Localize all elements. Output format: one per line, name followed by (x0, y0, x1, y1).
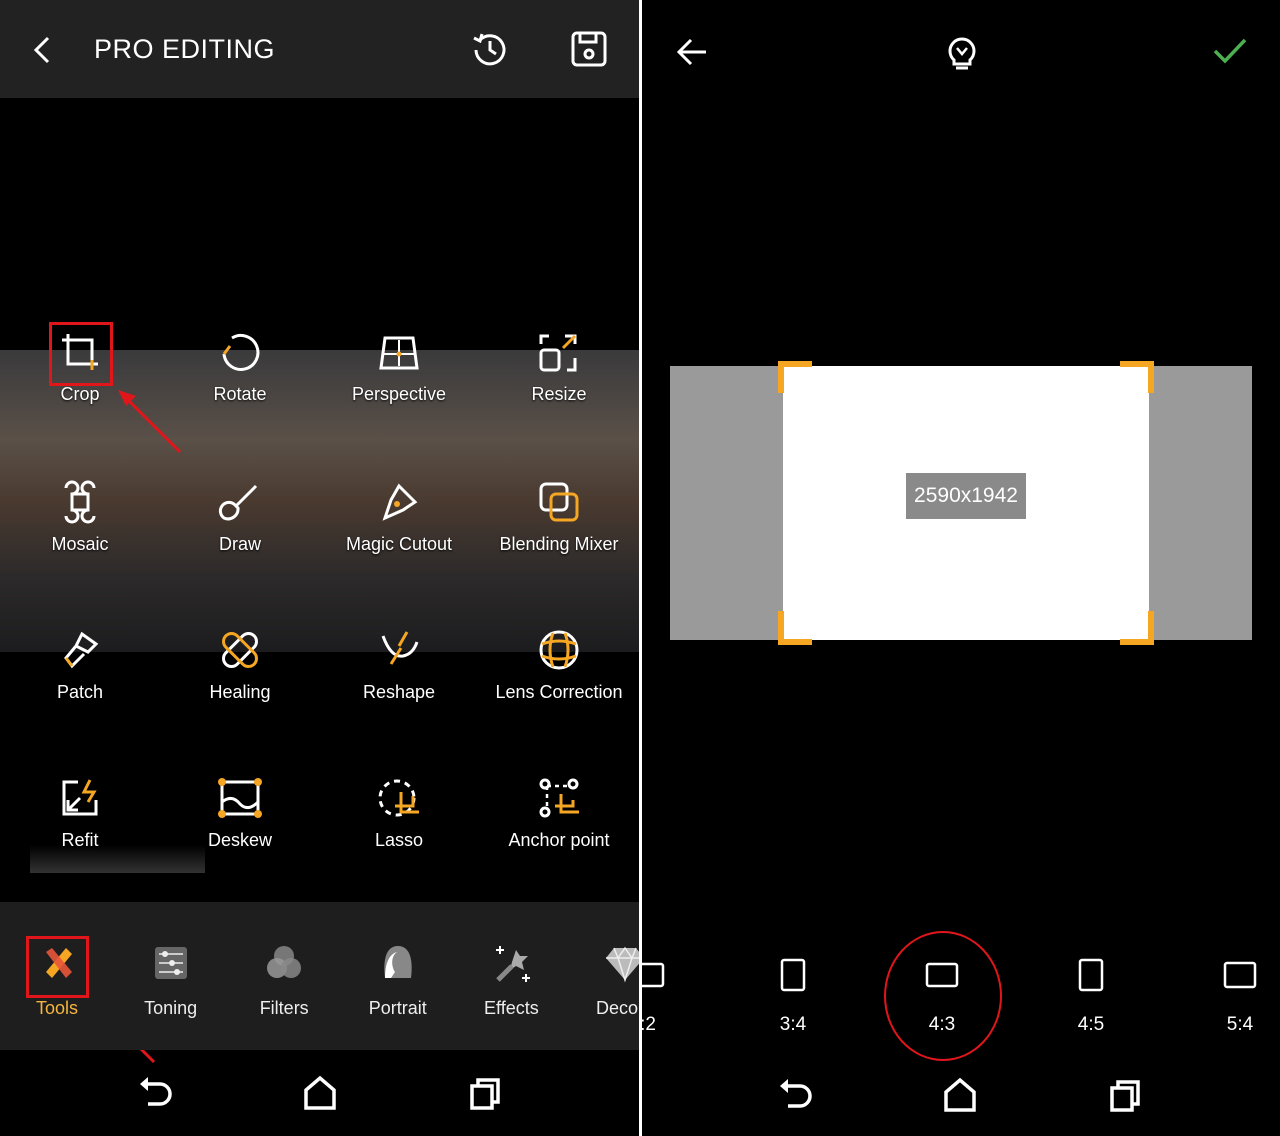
back-nav-icon[interactable] (134, 1072, 178, 1116)
tab-decora[interactable]: Decora (568, 942, 640, 1019)
tool-label: Perspective (351, 384, 447, 404)
home-nav-icon[interactable] (938, 1074, 982, 1118)
perspective-icon (379, 336, 419, 370)
tool-blending-mixer[interactable]: Blending Mixer (479, 480, 639, 555)
tool-label: Crop (60, 384, 100, 404)
check-icon[interactable] (1212, 36, 1248, 66)
page-title: PRO EDITING (94, 34, 276, 64)
tool-label: Patch (56, 682, 104, 702)
filters-icon (267, 946, 302, 978)
toning-icon (154, 947, 187, 979)
ratio-option[interactable]: 4:5 (1051, 958, 1131, 1036)
lens-icon (539, 630, 579, 670)
ratio-label: 4:5 (1077, 1014, 1105, 1035)
tool-anchor-point[interactable]: Anchor point (479, 776, 639, 851)
tool-draw[interactable]: Draw (160, 480, 320, 555)
history-icon[interactable] (470, 30, 510, 70)
highlight-box (49, 322, 113, 386)
tool-label: Healing (209, 682, 271, 702)
deskew-icon (218, 778, 262, 818)
tool-reshape[interactable]: Reshape (319, 628, 479, 703)
header: PRO EDITING (0, 0, 640, 98)
ratio-option[interactable]: 3:4 (753, 958, 833, 1036)
anchor-point-icon (539, 778, 579, 818)
tab-label: Decora (595, 998, 640, 1018)
ratio-option[interactable]: 5:4 (1200, 958, 1280, 1036)
mosaic-icon (64, 480, 96, 524)
lightbulb-icon[interactable] (944, 34, 980, 72)
crop-screen: 2590x1942 :23:44:34:55:4 (642, 0, 1280, 1136)
tab-tools[interactable]: Tools (0, 936, 114, 1019)
tab-label: Portrait (368, 998, 427, 1018)
aspect-ratio-icon (1078, 958, 1104, 992)
decor-icon (606, 946, 640, 983)
tool-label: Lasso (374, 830, 424, 850)
tool-label: Refit (61, 830, 99, 850)
tool-crop[interactable]: Crop (0, 322, 160, 405)
back-nav-icon[interactable] (774, 1074, 818, 1118)
portrait-icon (384, 946, 412, 978)
tool-refit[interactable]: Refit (0, 776, 160, 851)
aspect-ratio-icon (642, 962, 665, 988)
tab-effects[interactable]: Effects (454, 942, 568, 1019)
tool-resize[interactable]: Resize (479, 330, 639, 405)
ratio-option[interactable]: :2 (642, 958, 688, 1036)
aspect-ratio-icon (1223, 961, 1257, 989)
effects-icon (496, 946, 531, 982)
lasso-icon (378, 779, 419, 817)
save-icon[interactable] (570, 30, 608, 68)
tool-label: Reshape (362, 682, 436, 702)
tab-label: Toning (144, 998, 198, 1018)
tool-label: Lens Correction (495, 682, 623, 702)
tool-lasso[interactable]: Lasso (319, 776, 479, 851)
tab-toning[interactable]: Toning (114, 942, 228, 1019)
tool-lens-correction[interactable]: Lens Correction (479, 628, 639, 703)
tool-label: Mosaic (51, 534, 109, 554)
ratio-label: 5:4 (1226, 1014, 1254, 1035)
highlight-box (26, 936, 89, 998)
tab-portrait[interactable]: Portrait (341, 942, 455, 1019)
tool-patch[interactable]: Patch (0, 628, 160, 703)
recents-nav-icon[interactable] (464, 1072, 508, 1116)
ratio-label: :2 (642, 1014, 656, 1035)
tool-mosaic[interactable]: Mosaic (0, 480, 160, 555)
brush-icon (218, 484, 258, 521)
tool-label: Rotate (213, 384, 267, 404)
crop-size-label: 2590x1942 (906, 473, 1026, 519)
tool-label: Draw (218, 534, 261, 554)
tool-label: Anchor point (508, 830, 610, 850)
home-nav-icon[interactable] (298, 1072, 342, 1116)
tool-rotate[interactable]: Rotate (160, 330, 320, 405)
tool-magic-cutout[interactable]: Magic Cutout (319, 480, 479, 555)
pro-editing-screen: PRO EDITING Crop Rotate Perspective Resize M… (0, 0, 640, 1136)
ratio-label: 3:4 (779, 1014, 807, 1035)
patch-icon (64, 631, 99, 669)
tool-label: Resize (531, 384, 587, 404)
recents-nav-icon[interactable] (1104, 1074, 1148, 1118)
arrow-left-icon[interactable] (674, 34, 710, 70)
rotate-icon (222, 333, 260, 371)
tool-perspective[interactable]: Perspective (319, 330, 479, 405)
annotation-circle (884, 931, 1002, 1061)
tool-deskew[interactable]: Deskew (160, 776, 320, 851)
refit-icon (62, 779, 98, 816)
blend-icon (539, 482, 579, 522)
tool-label: Blending Mixer (499, 534, 619, 554)
tab-label: Effects (484, 998, 539, 1018)
bandage-icon (222, 632, 258, 668)
aspect-ratio-icon (780, 958, 806, 992)
tool-healing[interactable]: Healing (160, 628, 320, 703)
tab-filters[interactable]: Filters (227, 942, 341, 1019)
resize-icon (539, 334, 577, 372)
tab-label: Filters (259, 998, 309, 1018)
reshape-icon (381, 631, 419, 665)
tab-label: Tools (35, 998, 79, 1018)
tool-label: Magic Cutout (345, 534, 453, 554)
pen-icon (382, 483, 418, 521)
tool-label: Deskew (207, 830, 273, 850)
chevron-left-icon[interactable] (30, 34, 56, 66)
